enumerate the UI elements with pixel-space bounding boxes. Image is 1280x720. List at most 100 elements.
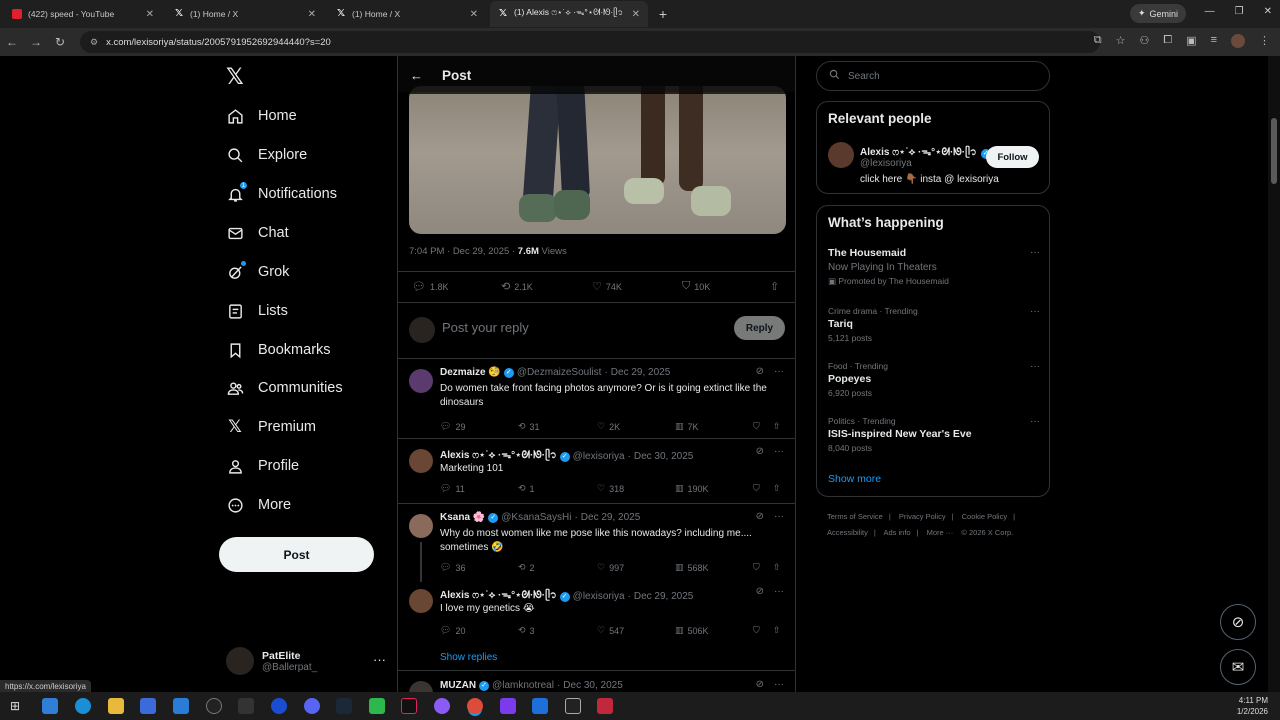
media-icon[interactable]: ≡ [1211, 34, 1217, 48]
app-icon[interactable] [434, 698, 450, 714]
author-handle[interactable]: @lexisoriya [573, 591, 625, 602]
nav-profile[interactable]: Profile [226, 451, 299, 481]
grok-icon[interactable]: ⊘ [756, 679, 764, 690]
app-icon[interactable] [597, 698, 613, 714]
reply-action[interactable]: 💬︎ 1.8K [412, 280, 448, 293]
nav-explore[interactable]: Explore [226, 140, 307, 170]
repost-action[interactable]: ⟲ 2.1K [501, 280, 533, 293]
footer-link[interactable]: Ads info [883, 528, 910, 537]
tweet-date[interactable]: Dec 29, 2025 [611, 367, 671, 378]
store-icon[interactable] [140, 698, 156, 714]
steam-icon[interactable] [336, 698, 352, 714]
close-icon[interactable]: ✕ [146, 9, 154, 20]
nav-communities[interactable]: Communities [226, 373, 343, 403]
like-action[interactable]: ♡ 547 [597, 625, 624, 636]
nav-notifications[interactable]: 1 Notifications [226, 179, 337, 209]
more-icon[interactable]: ··· [774, 679, 784, 690]
post-image[interactable] [409, 86, 786, 234]
restore-icon[interactable]: ❐ [1235, 6, 1244, 17]
menu-icon[interactable]: ⋮ [1259, 34, 1270, 48]
chrome-icon[interactable] [467, 698, 483, 714]
views-action[interactable]: ▥ 568K [675, 562, 709, 573]
browser-tab-x-home[interactable]: 𝕏 (1) Home / X ✕ [166, 1, 324, 27]
like-action[interactable]: ♡ 74K [592, 280, 622, 293]
gemini-button[interactable]: ✦ Gemini [1129, 4, 1186, 23]
browser-tab-youtube[interactable]: (422) speed - YouTube ✕ [4, 1, 162, 27]
author-handle[interactable]: @lexisoriya [573, 451, 625, 462]
share-action[interactable]: ⇧ [770, 280, 779, 293]
like-action[interactable]: ♡ 318 [597, 483, 624, 494]
author-handle[interactable]: @lamknotreal [492, 680, 554, 691]
reply-action[interactable]: 💬︎ 36 [440, 562, 465, 573]
account-switcher[interactable]: PatElite @Ballerpat_ ··· [226, 646, 386, 676]
avatar[interactable] [409, 369, 433, 393]
bookmark-action[interactable]: ⛉ [753, 483, 760, 494]
windows-logo-icon[interactable] [42, 698, 58, 714]
avatar[interactable] [828, 142, 854, 168]
nav-bookmarks[interactable]: Bookmarks [226, 335, 331, 365]
app-icon[interactable] [271, 698, 287, 714]
grok-icon[interactable]: ⊘ [756, 366, 764, 377]
minimize-icon[interactable]: — [1205, 6, 1215, 17]
new-tab-button[interactable]: + [652, 6, 674, 22]
extension-icon[interactable]: ⚇ [1139, 34, 1149, 48]
avatar[interactable] [409, 589, 433, 613]
more-icon[interactable]: ··· [1030, 247, 1040, 258]
more-icon[interactable]: ··· [774, 446, 784, 457]
repost-action[interactable]: ⟲ 31 [518, 421, 540, 432]
bookmark-action[interactable]: ⛉ [753, 421, 760, 432]
file-explorer-icon[interactable] [108, 698, 124, 714]
like-action[interactable]: ♡ 997 [597, 562, 624, 573]
epic-games-icon[interactable] [238, 698, 254, 714]
discord-icon[interactable] [304, 698, 320, 714]
tweet-date[interactable]: Dec 29, 2025 [581, 512, 641, 523]
tweet-date[interactable]: Dec 30, 2025 [563, 680, 623, 691]
share-action[interactable]: ⇧ [773, 421, 781, 432]
nav-lists[interactable]: Lists [226, 296, 288, 326]
back-arrow-icon[interactable]: ← [398, 68, 432, 83]
share-action[interactable]: ⇧ [773, 483, 781, 494]
nav-more[interactable]: More [226, 490, 291, 520]
avatar[interactable] [409, 449, 433, 473]
sidepanel-icon[interactable]: ▣ [1186, 34, 1196, 48]
app-icon[interactable] [565, 698, 581, 714]
repost-action[interactable]: ⟲ 1 [518, 483, 535, 494]
app-icon[interactable] [532, 698, 548, 714]
bookmark-action[interactable]: ⛉ [753, 562, 760, 573]
grok-icon[interactable]: ⊘ [756, 586, 764, 597]
address-bar[interactable]: ⚙ x.com/lexisoriya/status/20057919526929… [80, 31, 1100, 53]
nav-home[interactable]: Home [226, 101, 297, 131]
views-action[interactable]: ▥ 506K [675, 625, 709, 636]
author-handle[interactable]: @KsanaSaysHi [501, 512, 571, 523]
author-name[interactable]: Dezmaize 🧐 [440, 367, 501, 378]
grok-icon[interactable]: ⊘ [756, 511, 764, 522]
scrollbar-thumb[interactable] [1271, 118, 1277, 184]
more-icon[interactable]: ··· [774, 586, 784, 597]
follow-button[interactable]: Follow [986, 146, 1039, 168]
more-icon[interactable]: ··· [774, 366, 784, 377]
star-icon[interactable]: ☆ [1116, 34, 1126, 48]
reply-tweet[interactable]: Ksana 🌸 ✓ @KsanaSaysHi · Dec 29, 2025 ⊘ … [398, 504, 795, 582]
back-icon[interactable]: ← [0, 35, 24, 49]
browser-tab-x-home-2[interactable]: 𝕏 (1) Home / X ✕ [328, 1, 486, 27]
scrollbar[interactable] [1268, 56, 1280, 692]
show-more-link[interactable]: Show more [828, 473, 881, 485]
nav-premium[interactable]: 𝕏 Premium [226, 412, 316, 442]
footer-link[interactable]: Privacy Policy [899, 512, 946, 521]
nav-chat[interactable]: Chat [226, 218, 289, 248]
more-icon[interactable]: ··· [774, 511, 784, 522]
avatar[interactable] [409, 681, 433, 692]
trend-item[interactable]: Politics · Trending ISIS-inspired New Ye… [828, 416, 1040, 453]
reply-tweet[interactable]: Dezmaize 🧐 ✓ @DezmaizeSoulist · Dec 29, … [398, 359, 795, 439]
more-icon[interactable]: ··· [1030, 361, 1040, 372]
reply-button[interactable]: Reply [734, 316, 785, 340]
app-icon[interactable] [369, 698, 385, 714]
tiktok-icon[interactable] [401, 698, 417, 714]
install-icon[interactable]: ⧉ [1094, 34, 1102, 48]
profile-avatar[interactable] [1231, 34, 1245, 48]
reply-action[interactable]: 💬︎ 20 [440, 625, 465, 636]
post-button[interactable]: Post [219, 537, 374, 572]
reply-action[interactable]: 💬︎ 29 [440, 421, 465, 432]
repost-action[interactable]: ⟲ 3 [518, 625, 535, 636]
footer-link[interactable]: Terms of Service [827, 512, 883, 521]
